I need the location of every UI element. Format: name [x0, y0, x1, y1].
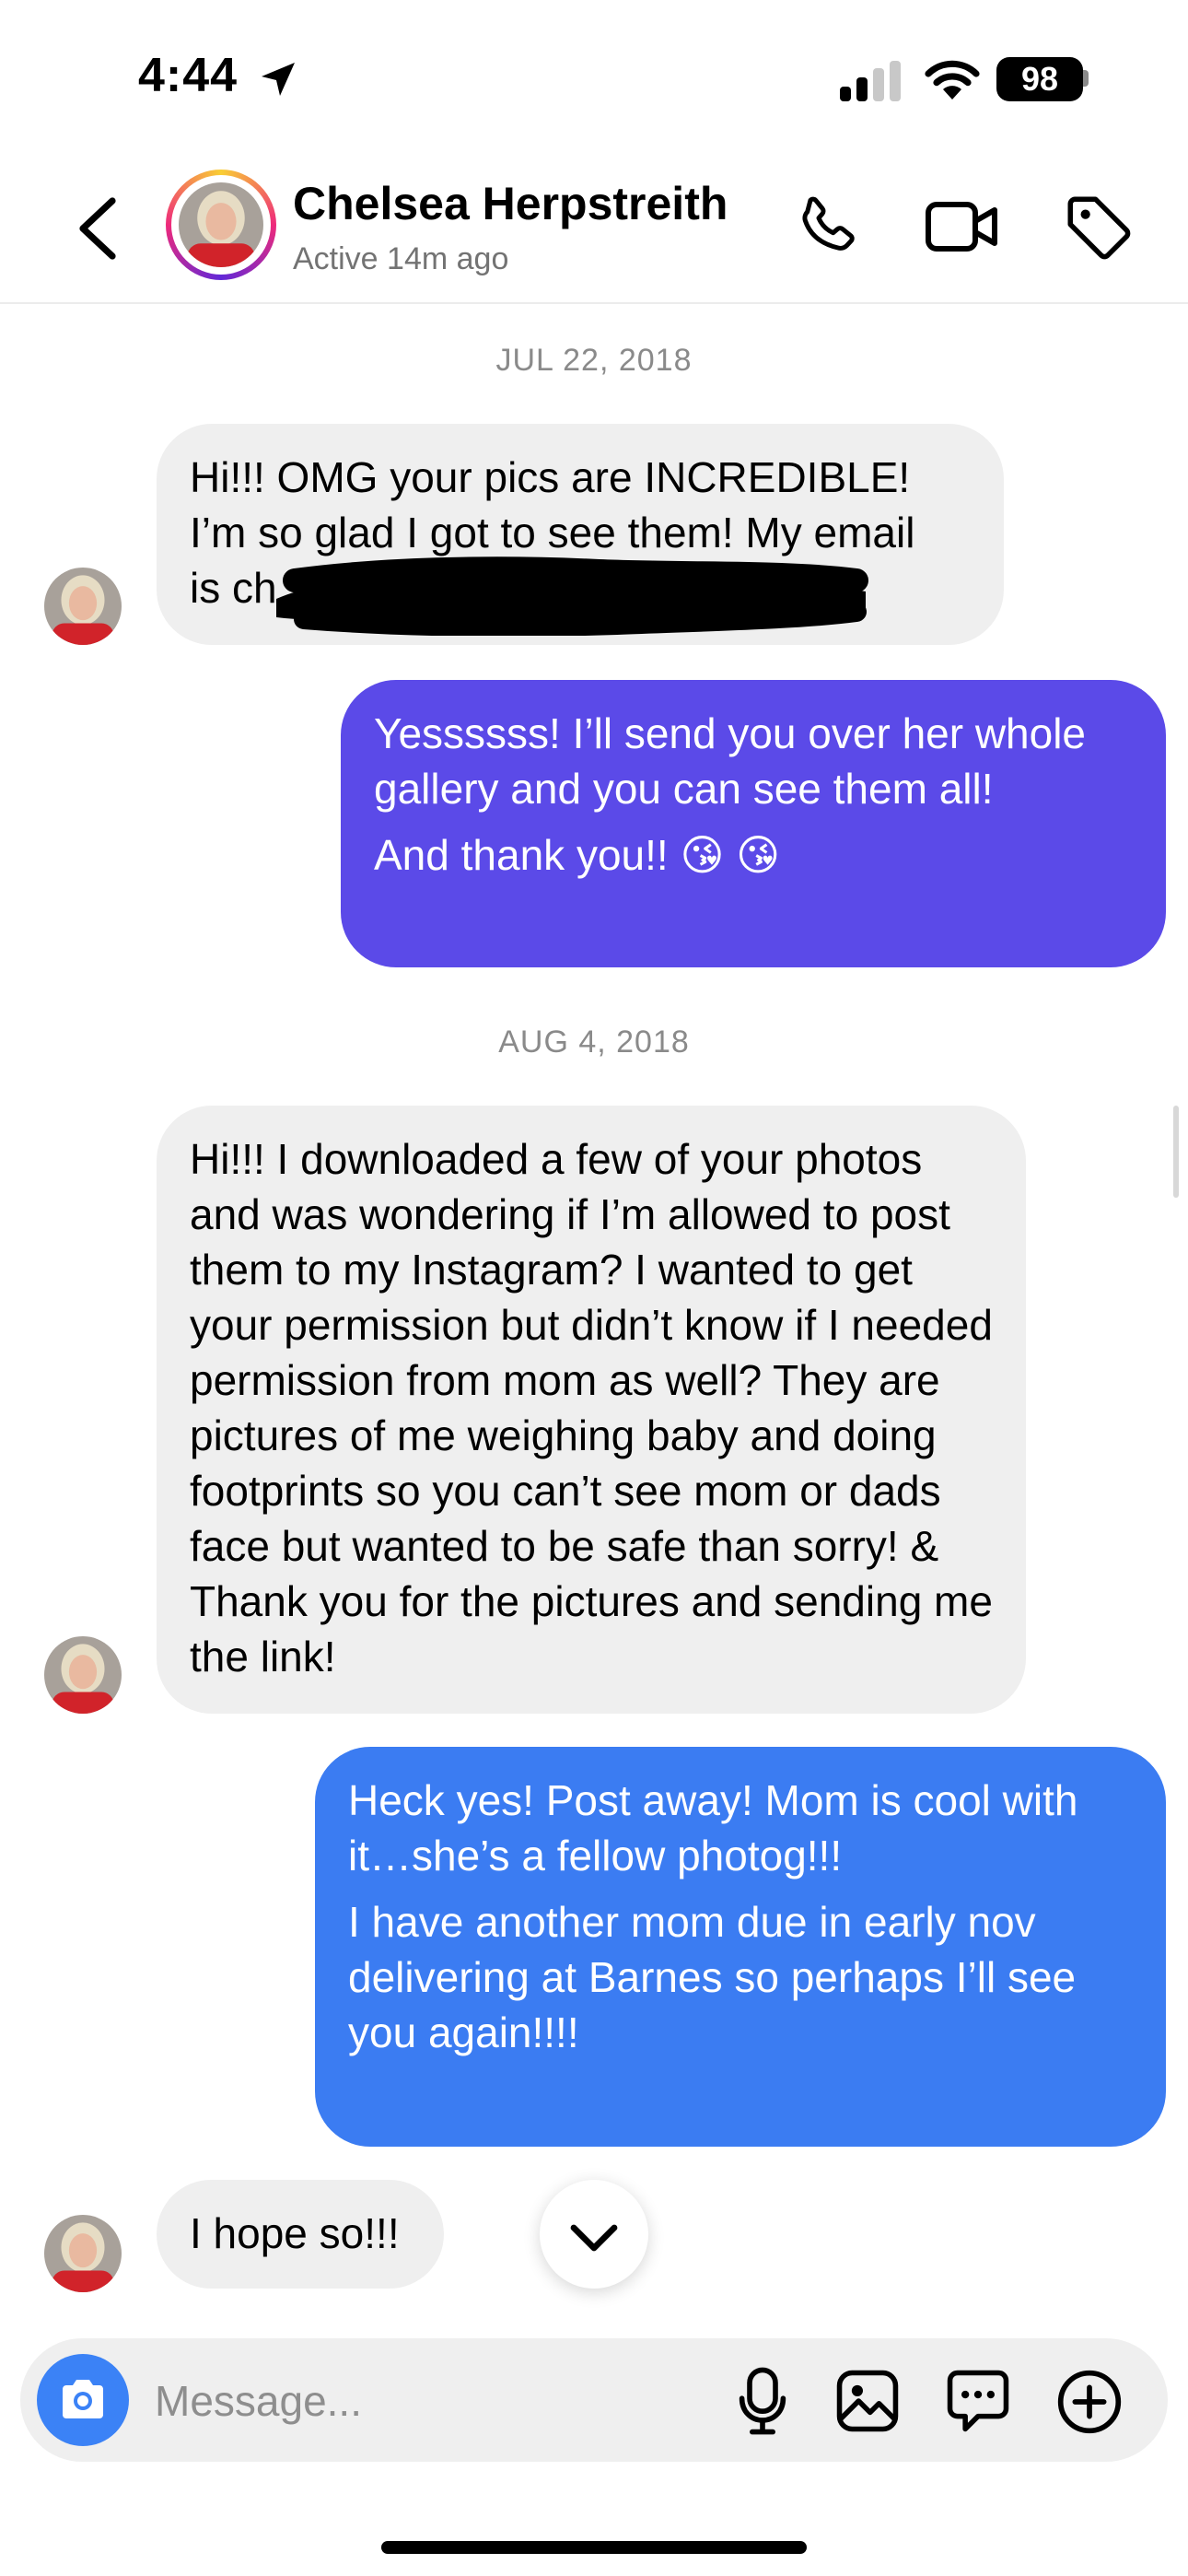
outgoing-message[interactable]: Heck yes! Post away! Mom is cool with it… [315, 1747, 1166, 2147]
date-separator: AUG 4, 2018 [498, 1025, 690, 1060]
avatar[interactable] [179, 182, 263, 267]
message-paragraph: And thank you!! 😘 😘 [374, 831, 781, 879]
wifi-icon [925, 60, 980, 100]
message-line: I’m so glad I got to see them! My email [190, 509, 915, 556]
status-time: 4:44 [138, 49, 239, 102]
message-paragraph: I have another mom due in early nov deli… [348, 1898, 1088, 2056]
cellular-signal-icon [840, 61, 901, 101]
video-call-icon[interactable] [923, 193, 1000, 260]
active-status: Active 14m ago [293, 241, 509, 276]
phone-icon[interactable] [790, 190, 864, 263]
date-separator: JUL 22, 2018 [495, 343, 693, 378]
outgoing-message[interactable]: Yessssss! I’ll send you over her whole g… [341, 680, 1166, 967]
scrollbar[interactable] [1173, 1106, 1179, 1198]
sticker-chat-icon[interactable] [945, 2368, 1011, 2434]
message-paragraph: Yessssss! I’ll send you over her whole g… [374, 709, 1098, 813]
scroll-to-bottom-button[interactable] [540, 2180, 648, 2289]
contact-name[interactable]: Chelsea Herpstreith [293, 177, 728, 230]
gallery-icon[interactable] [834, 2368, 901, 2434]
incoming-message[interactable]: Hi!!! I downloaded a few of your photos … [157, 1106, 1026, 1714]
message-input[interactable] [155, 2371, 707, 2430]
redaction-scribble [276, 556, 868, 636]
home-indicator [381, 2541, 807, 2554]
message-line: Hi!!! OMG your pics are INCREDIBLE! [190, 453, 911, 501]
sender-avatar[interactable] [44, 568, 122, 645]
camera-icon [63, 2380, 103, 2418]
battery-indicator: 98 [996, 57, 1083, 101]
sender-avatar[interactable] [44, 1636, 122, 1714]
message-paragraph: Heck yes! Post away! Mom is cool with it… [348, 1776, 1090, 1879]
sender-avatar[interactable] [44, 2215, 122, 2292]
back-arrow-icon[interactable] [72, 195, 123, 262]
header-divider [0, 302, 1188, 304]
battery-tip [1083, 70, 1089, 87]
camera-button[interactable] [37, 2354, 129, 2446]
location-arrow-icon [262, 63, 295, 96]
microphone-icon[interactable] [737, 2364, 788, 2438]
incoming-message[interactable]: I hope so!!! [157, 2180, 444, 2289]
tag-icon[interactable] [1061, 190, 1136, 265]
chevron-down-icon [570, 2224, 618, 2252]
add-plus-icon[interactable] [1055, 2368, 1124, 2436]
